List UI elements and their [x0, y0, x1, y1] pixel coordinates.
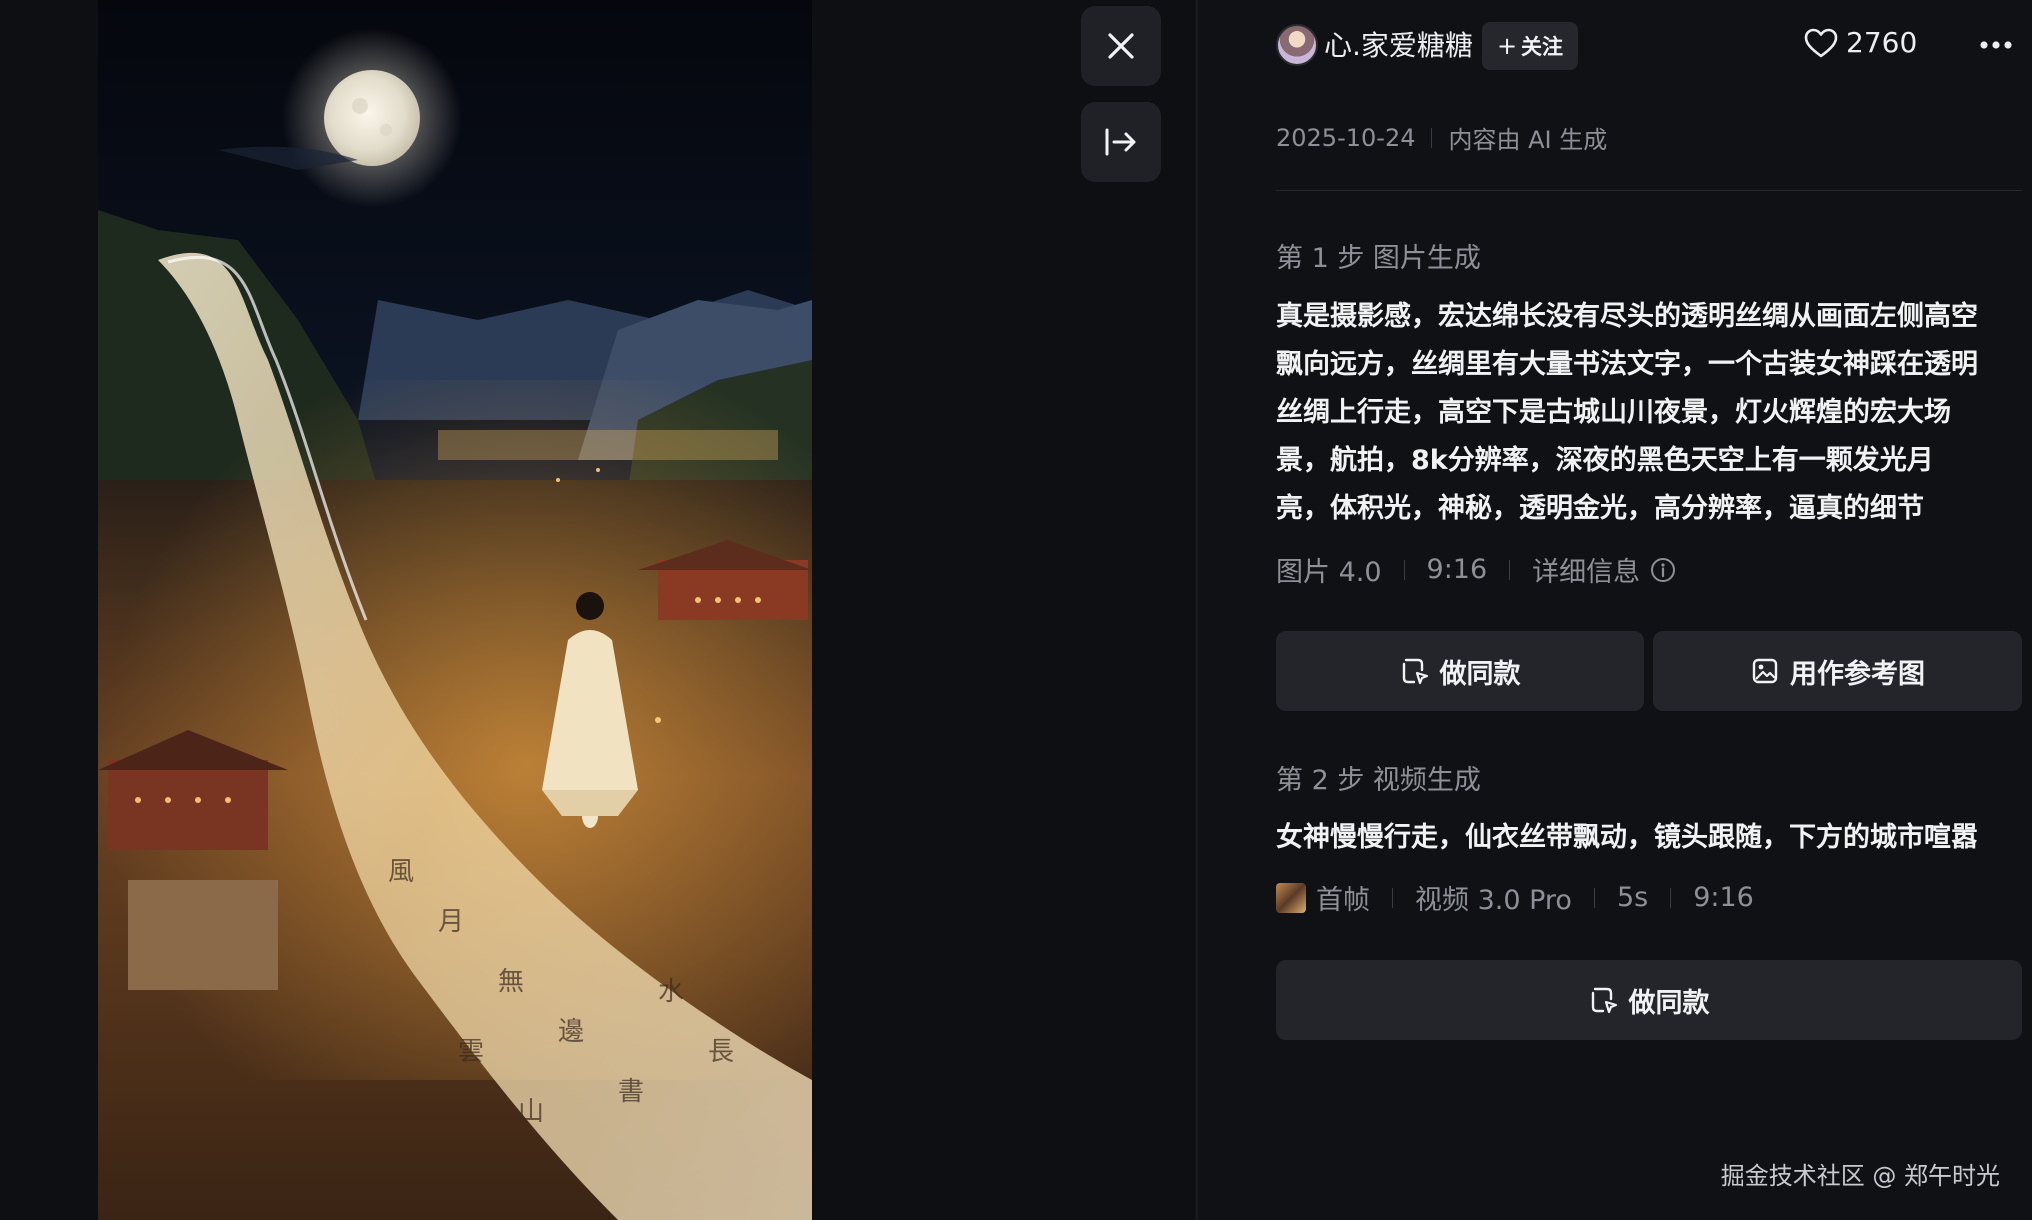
collapse-panel-icon: [1105, 128, 1136, 156]
make-same-icon: [1402, 658, 1428, 685]
like-count: 2760: [1846, 26, 1918, 59]
make-same-label: 做同款: [1439, 658, 1521, 690]
meta-row: 2025-10-24 内容由 AI 生成: [1276, 120, 1607, 155]
spec-separator: [1670, 887, 1672, 908]
step1-prompt: 真是摄影感，宏达绵长没有尽头的透明丝绸从画面左侧高空 飘向远方，丝绸里有大量书法…: [1276, 301, 1978, 524]
spec-separator: [1403, 559, 1405, 580]
make-same-label: 做同款: [1628, 987, 1710, 1019]
plus-icon: +: [1496, 32, 1518, 60]
ai-generated-notice: 内容由 AI 生成: [1448, 126, 1608, 154]
svg-text:風: 風: [388, 857, 414, 887]
svg-text:雲: 雲: [458, 1037, 484, 1067]
close-button[interactable]: [1081, 6, 1161, 86]
svg-text:邊: 邊: [558, 1017, 584, 1047]
step1-ratio: 9:16: [1426, 554, 1488, 585]
step2-prompt: 女神慢慢行走，仙衣丝带飘动，镜头跟随，下方的城市喧嚣: [1276, 822, 1978, 853]
step2-specs: 首帧 视频 3.0 Pro 5s 9:16: [1276, 878, 1754, 917]
make-same-icon: [1591, 987, 1617, 1014]
spec-separator: [1509, 559, 1511, 580]
more-dots-icon: [1980, 41, 2012, 49]
collapse-panel-button[interactable]: [1081, 102, 1161, 182]
spec-separator: [1392, 887, 1393, 908]
svg-text:長: 長: [708, 1037, 734, 1067]
svg-text:山: 山: [518, 1097, 544, 1127]
follow-button[interactable]: + 关注: [1482, 22, 1578, 70]
more-options-button[interactable]: [1978, 30, 2014, 60]
generated-artwork-image[interactable]: 風月無 邊書 雲 山 水長: [98, 0, 812, 1220]
make-same-image-button[interactable]: 做同款: [1276, 631, 1644, 711]
step2-title: 第 2 步 视频生成: [1276, 765, 1481, 796]
section-divider: [1276, 190, 2022, 191]
step1-specs: 图片 4.0 9:16 详细信息: [1276, 550, 1676, 589]
media-pane: 風月無 邊書 雲 山 水長: [0, 0, 1195, 1220]
info-icon: [1651, 557, 1676, 582]
use-reference-label: 用作参考图: [1790, 658, 1925, 690]
spec-separator: [1593, 887, 1595, 908]
use-as-reference-button[interactable]: 用作参考图: [1653, 631, 2022, 711]
step2-model: 视频 3.0 Pro: [1415, 885, 1572, 916]
follow-label: 关注: [1521, 35, 1564, 59]
detail-info-label: 详细信息: [1532, 557, 1641, 588]
step2-duration: 5s: [1616, 882, 1649, 913]
svg-text:無: 無: [498, 967, 524, 997]
heart-icon: [1804, 28, 1838, 57]
step2-ratio: 9:16: [1693, 882, 1754, 913]
info-panel: 心.家爱糖糖 + 关注 2760 2025-10-24 内容由 AI 生成 第 …: [1276, 0, 2022, 1220]
meta-separator: [1431, 127, 1433, 148]
avatar[interactable]: [1276, 24, 1318, 66]
close-icon: [1108, 33, 1134, 59]
make-same-video-button[interactable]: 做同款: [1276, 960, 2022, 1040]
image-reference-icon: [1752, 658, 1778, 684]
step1-title: 第 1 步 图片生成: [1276, 243, 1481, 274]
first-frame-thumbnail[interactable]: [1276, 882, 1306, 913]
detail-info-link[interactable]: 详细信息: [1532, 550, 1676, 589]
panel-divider: [1196, 0, 1198, 1220]
svg-text:書: 書: [618, 1077, 644, 1107]
detail-page: 風月無 邊書雲 山水長 心.家爱糖糖 + 关注 2760 2025-10-24 …: [0, 0, 2032, 1220]
author-name[interactable]: 心.家爱糖糖: [1324, 27, 1473, 65]
first-frame-label: 首帧: [1316, 885, 1370, 916]
watermark: 掘金技术社区 @ 郑午时光: [1720, 1162, 2000, 1190]
publish-date: 2025-10-24: [1276, 123, 1416, 152]
author-row: 心.家爱糖糖 + 关注 2760: [1276, 22, 2022, 70]
svg-text:月: 月: [438, 907, 464, 937]
like-button[interactable]: 2760: [1804, 26, 1917, 59]
step1-model: 图片 4.0: [1276, 557, 1382, 588]
svg-text:水: 水: [658, 977, 684, 1007]
